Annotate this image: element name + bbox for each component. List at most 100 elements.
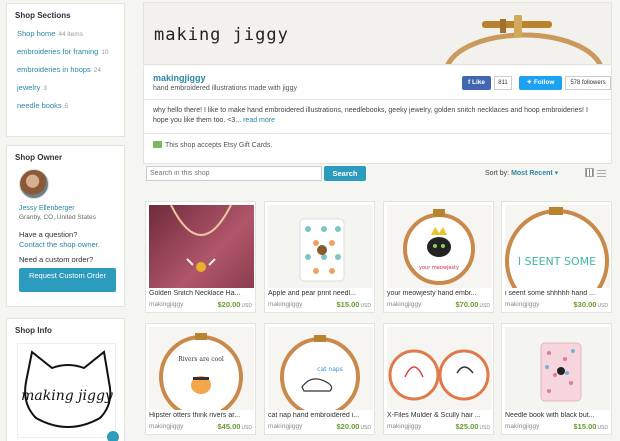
listing-card[interactable]: Golden Snitch Necklace Ha... makingjiggy…: [145, 201, 256, 313]
grid-view-icon[interactable]: [585, 168, 594, 177]
section-label: jewelry: [17, 83, 41, 92]
listing-thumbnail[interactable]: your meowjesty: [387, 205, 492, 288]
listing-thumbnail[interactable]: [268, 205, 373, 288]
section-label: Shop home: [17, 29, 56, 38]
listing-shop[interactable]: makingjiggy: [387, 301, 421, 308]
divider: [144, 99, 611, 100]
listing-card[interactable]: I SEENT SOME i seent some shhhhh hand ..…: [501, 201, 612, 313]
shop-info-panel: Shop Info making jiggy: [6, 318, 125, 441]
listing-thumbnail[interactable]: Rivers are cool: [149, 327, 254, 410]
listing-title[interactable]: i seent some shhhhh hand ...: [505, 290, 610, 297]
listing-price: $45.00USD: [217, 422, 252, 431]
shop-description: why hello there! I like to make hand emb…: [153, 106, 603, 126]
list-view-icon[interactable]: [597, 168, 606, 177]
shop-sections-panel: Shop Sections Shop home 44 items embroide…: [6, 3, 125, 137]
chevron-down-icon: ▾: [554, 170, 559, 177]
listing-thumbnail[interactable]: [505, 327, 610, 410]
listing-card[interactable]: your meowjesty your meowjesty hand embr.…: [383, 201, 494, 313]
contact-owner-link[interactable]: Contact the shop owner.: [7, 239, 124, 249]
logo-text: making jiggy: [21, 388, 114, 404]
listing-card[interactable]: cat naps cat nap hand embroidered i... m…: [264, 323, 375, 435]
listing-price: $15.00USD: [336, 300, 371, 309]
gift-card-icon: [153, 141, 162, 148]
section-jewelry[interactable]: jewelry 3: [7, 79, 124, 97]
owner-name-link[interactable]: Jessy Ellenberger: [7, 199, 124, 212]
listing-shop[interactable]: makingjiggy: [268, 423, 302, 430]
listing-card[interactable]: X-Files Mulder & Scully hair ... makingj…: [383, 323, 494, 435]
section-label: needle books: [17, 101, 62, 110]
listing-title[interactable]: Apple and pear print needl...: [268, 290, 373, 297]
request-custom-order-button[interactable]: Request Custom Order: [19, 268, 116, 292]
thumb-text: I SEENT SOME: [518, 255, 596, 268]
listing-shop[interactable]: makingjiggy: [505, 423, 539, 430]
listing-price: $25.00USD: [455, 422, 490, 431]
shop-logo: making jiggy: [17, 343, 119, 441]
divider: [144, 133, 611, 134]
listing-price: $20.00USD: [217, 300, 252, 309]
listing-title[interactable]: Needle book with black but...: [505, 412, 610, 419]
gift-card-notice: This shop accepts Etsy Gift Cards.: [153, 141, 272, 149]
listing-card[interactable]: Apple and pear print needl... makingjigg…: [264, 201, 375, 313]
twitter-follower-count: 578 followers: [565, 76, 611, 90]
cat-logo-icon: making jiggy: [21, 350, 114, 428]
listing-shop[interactable]: makingjiggy: [149, 301, 183, 308]
embroidery-hoop-icon: [445, 15, 603, 64]
listing-shop[interactable]: makingjiggy: [149, 423, 183, 430]
thumb-text: your meowjesty: [419, 265, 459, 271]
listing-title[interactable]: cat nap hand embroidered i...: [268, 412, 373, 419]
listing-card[interactable]: Needle book with black but... makingjigg…: [501, 323, 612, 435]
settings-gear-icon[interactable]: [107, 431, 119, 441]
tw-follow-label: Follow: [533, 79, 555, 86]
owner-location: Granby, CO, United States: [19, 214, 96, 221]
section-shop-home[interactable]: Shop home 44 items: [7, 25, 124, 43]
section-label: embroideries in hoops: [17, 65, 91, 74]
section-embroideries-framing[interactable]: embroideries for framing 10: [7, 43, 124, 61]
shop-owner-title: Shop Owner: [15, 153, 63, 162]
section-count: 44 items: [58, 31, 83, 38]
xfiles-hoops-image: [388, 349, 490, 401]
listing-thumbnail[interactable]: [387, 327, 492, 410]
shop-tagline: hand embroidered illustrations made with…: [153, 85, 297, 92]
listing-card[interactable]: Rivers are cool Hipster otters think riv…: [145, 323, 256, 435]
section-count: 5: [64, 103, 69, 110]
thumb-text: cat naps: [317, 366, 343, 373]
listing-thumbnail[interactable]: I SEENT SOME: [505, 205, 610, 288]
section-embroideries-hoops[interactable]: embroideries in hoops 24: [7, 61, 124, 79]
listing-thumbnail[interactable]: [149, 205, 254, 288]
listing-shop[interactable]: makingjiggy: [387, 423, 421, 430]
listing-thumbnail[interactable]: cat naps: [268, 327, 373, 410]
sort-label: Sort by:: [485, 170, 510, 177]
necklace-image: [170, 205, 232, 272]
search-button[interactable]: Search: [324, 166, 366, 181]
listing-title[interactable]: Hipster otters think rivers ar...: [149, 412, 254, 419]
shop-sections-title: Shop Sections: [15, 11, 71, 20]
owner-avatar[interactable]: [19, 169, 49, 199]
read-more-link[interactable]: read more: [243, 117, 275, 124]
thumb-text: Rivers are cool: [178, 356, 224, 363]
listing-price: $30.00USD: [573, 300, 608, 309]
description-text: why hello there! I like to make hand emb…: [153, 107, 588, 124]
otters-hoop-image: Rivers are cool: [159, 333, 243, 410]
listing-title[interactable]: Golden Snitch Necklace Ha...: [149, 290, 254, 297]
shop-name-link[interactable]: makingjiggy: [153, 73, 206, 83]
section-label: embroideries for framing: [17, 47, 99, 56]
sort-value: Most Recent: [511, 170, 553, 177]
listing-title[interactable]: your meowjesty hand embr...: [387, 290, 492, 297]
custom-order-label: Need a custom order?: [19, 255, 94, 264]
shop-search-input[interactable]: [146, 166, 322, 181]
sort-control[interactable]: Sort by: Most Recent ▾: [485, 169, 558, 177]
listing-title[interactable]: X-Files Mulder & Scully hair ...: [387, 412, 492, 419]
twitter-follow-button[interactable]: ✦ Follow: [519, 76, 562, 90]
listing-shop[interactable]: makingjiggy: [505, 301, 539, 308]
listing-price: $20.00USD: [336, 422, 371, 431]
facebook-like-button[interactable]: f Like: [462, 76, 491, 90]
facebook-like-count: 811: [494, 76, 512, 90]
listing-shop[interactable]: makingjiggy: [268, 301, 302, 308]
section-count: 3: [43, 85, 47, 92]
listing-price: $70.00USD: [455, 300, 490, 309]
needle-book-image: [299, 218, 345, 282]
fb-like-label: Like: [471, 79, 485, 86]
section-needle-books[interactable]: needle books 5: [7, 97, 124, 115]
i-seent-hoop-image: I SEENT SOME: [505, 207, 609, 288]
gift-card-text: This shop accepts Etsy Gift Cards.: [165, 142, 273, 149]
